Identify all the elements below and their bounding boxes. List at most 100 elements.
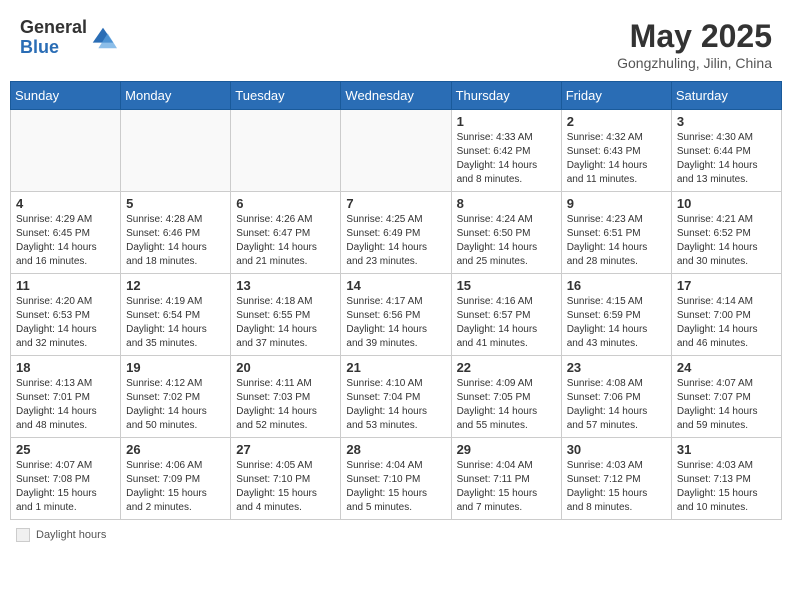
day-number: 30: [567, 442, 666, 457]
logo-text: General Blue: [20, 18, 87, 58]
calendar-cell: 20 Sunrise: 4:11 AM Sunset: 7:03 PM Dayli…: [231, 356, 341, 438]
day-number: 17: [677, 278, 776, 293]
day-info: Sunrise: 4:19 AM Sunset: 6:54 PM Dayligh…: [126, 295, 225, 351]
logo-icon: [89, 24, 117, 52]
day-info: Sunrise: 4:11 AM Sunset: 7:03 PM Dayligh…: [236, 377, 335, 433]
day-number: 8: [457, 196, 556, 211]
day-info: Sunrise: 4:26 AM Sunset: 6:47 PM Dayligh…: [236, 213, 335, 269]
calendar-week-row: 4Sunrise: 4:29 AM Sunset: 6:45 PM Daylig…: [11, 192, 782, 274]
day-info: Sunrise: 4:10 AM Sunset: 7:04 PM Dayligh…: [346, 377, 445, 433]
day-info: Sunrise: 4:15 AM Sunset: 6:59 PM Dayligh…: [567, 295, 666, 351]
day-number: 20: [236, 360, 335, 375]
calendar-week-row: 25 Sunrise: 4:07 AM Sunset: 7:08 PM Dayli…: [11, 438, 782, 520]
calendar-cell: 13 Sunrise: 4:18 AM Sunset: 6:55 PM Dayli…: [231, 274, 341, 356]
calendar-cell: [11, 110, 121, 192]
weekday-header-friday: Friday: [561, 82, 671, 110]
day-number: 26: [126, 442, 225, 457]
calendar-cell: 21Sunrise: 4:10 AM Sunset: 7:04 PM Dayli…: [341, 356, 451, 438]
day-number: 18: [16, 360, 115, 375]
calendar-cell: [341, 110, 451, 192]
day-number: 13: [236, 278, 335, 293]
calendar-cell: 15Sunrise: 4:16 AM Sunset: 6:57 PM Dayli…: [451, 274, 561, 356]
day-number: 3: [677, 114, 776, 129]
calendar-cell: 27Sunrise: 4:05 AM Sunset: 7:10 PM Dayli…: [231, 438, 341, 520]
weekday-header-saturday: Saturday: [671, 82, 781, 110]
calendar-cell: 30Sunrise: 4:03 AM Sunset: 7:12 PM Dayli…: [561, 438, 671, 520]
day-info: Sunrise: 4:04 AM Sunset: 7:11 PM Dayligh…: [457, 459, 556, 515]
calendar-cell: 25 Sunrise: 4:07 AM Sunset: 7:08 PM Dayli…: [11, 438, 121, 520]
footer: Daylight hours: [10, 528, 782, 542]
day-info: Sunrise: 4:20 AM Sunset: 6:53 PM Dayligh…: [16, 295, 115, 351]
day-info: Sunrise: 4:07 AM Sunset: 7:08 PM Dayligh…: [16, 459, 115, 515]
calendar-cell: 12 Sunrise: 4:19 AM Sunset: 6:54 PM Dayli…: [121, 274, 231, 356]
calendar-cell: 8Sunrise: 4:24 AM Sunset: 6:50 PM Daylig…: [451, 192, 561, 274]
day-info: Sunrise: 4:04 AM Sunset: 7:10 PM Dayligh…: [346, 459, 445, 515]
day-info: Sunrise: 4:06 AM Sunset: 7:09 PM Dayligh…: [126, 459, 225, 515]
day-info: Sunrise: 4:30 AM Sunset: 6:44 PM Dayligh…: [677, 131, 776, 187]
calendar-cell: 29 Sunrise: 4:04 AM Sunset: 7:11 PM Dayli…: [451, 438, 561, 520]
day-info: Sunrise: 4:14 AM Sunset: 7:00 PM Dayligh…: [677, 295, 776, 351]
calendar-cell: 18 Sunrise: 4:13 AM Sunset: 7:01 PM Dayli…: [11, 356, 121, 438]
calendar-table: SundayMondayTuesdayWednesdayThursdayFrid…: [10, 81, 782, 520]
calendar-cell: 14 Sunrise: 4:17 AM Sunset: 6:56 PM Dayli…: [341, 274, 451, 356]
day-number: 7: [346, 196, 445, 211]
calendar-cell: 24 Sunrise: 4:07 AM Sunset: 7:07 PM Dayli…: [671, 356, 781, 438]
day-info: Sunrise: 4:33 AM Sunset: 6:42 PM Dayligh…: [457, 131, 556, 187]
page-header: General Blue May 2025 Gongzhuling, Jilin…: [10, 10, 782, 75]
calendar-cell: 28Sunrise: 4:04 AM Sunset: 7:10 PM Dayli…: [341, 438, 451, 520]
calendar-cell: 10Sunrise: 4:21 AM Sunset: 6:52 PM Dayli…: [671, 192, 781, 274]
calendar-cell: 17 Sunrise: 4:14 AM Sunset: 7:00 PM Dayli…: [671, 274, 781, 356]
day-number: 12: [126, 278, 225, 293]
day-info: Sunrise: 4:17 AM Sunset: 6:56 PM Dayligh…: [346, 295, 445, 351]
calendar-cell: 1 Sunrise: 4:33 AM Sunset: 6:42 PM Daylig…: [451, 110, 561, 192]
weekday-header-thursday: Thursday: [451, 82, 561, 110]
day-number: 2: [567, 114, 666, 129]
month-year-title: May 2025: [617, 18, 772, 55]
day-number: 11: [16, 278, 115, 293]
daylight-box: [16, 528, 30, 542]
calendar-cell: 3 Sunrise: 4:30 AM Sunset: 6:44 PM Daylig…: [671, 110, 781, 192]
calendar-cell: 31Sunrise: 4:03 AM Sunset: 7:13 PM Dayli…: [671, 438, 781, 520]
day-number: 25: [16, 442, 115, 457]
day-info: Sunrise: 4:12 AM Sunset: 7:02 PM Dayligh…: [126, 377, 225, 433]
day-number: 5: [126, 196, 225, 211]
title-block: May 2025 Gongzhuling, Jilin, China: [617, 18, 772, 71]
calendar-cell: 6 Sunrise: 4:26 AM Sunset: 6:47 PM Daylig…: [231, 192, 341, 274]
calendar-cell: 9Sunrise: 4:23 AM Sunset: 6:51 PM Daylig…: [561, 192, 671, 274]
day-info: Sunrise: 4:05 AM Sunset: 7:10 PM Dayligh…: [236, 459, 335, 515]
weekday-header-tuesday: Tuesday: [231, 82, 341, 110]
day-number: 16: [567, 278, 666, 293]
day-info: Sunrise: 4:03 AM Sunset: 7:13 PM Dayligh…: [677, 459, 776, 515]
day-info: Sunrise: 4:25 AM Sunset: 6:49 PM Dayligh…: [346, 213, 445, 269]
weekday-header-monday: Monday: [121, 82, 231, 110]
day-info: Sunrise: 4:07 AM Sunset: 7:07 PM Dayligh…: [677, 377, 776, 433]
day-number: 29: [457, 442, 556, 457]
day-info: Sunrise: 4:32 AM Sunset: 6:43 PM Dayligh…: [567, 131, 666, 187]
day-number: 6: [236, 196, 335, 211]
day-info: Sunrise: 4:29 AM Sunset: 6:45 PM Dayligh…: [16, 213, 115, 269]
location-subtitle: Gongzhuling, Jilin, China: [617, 55, 772, 71]
day-number: 9: [567, 196, 666, 211]
weekday-header-row: SundayMondayTuesdayWednesdayThursdayFrid…: [11, 82, 782, 110]
calendar-cell: 26 Sunrise: 4:06 AM Sunset: 7:09 PM Dayli…: [121, 438, 231, 520]
day-number: 14: [346, 278, 445, 293]
day-number: 24: [677, 360, 776, 375]
calendar-cell: 7 Sunrise: 4:25 AM Sunset: 6:49 PM Daylig…: [341, 192, 451, 274]
logo: General Blue: [20, 18, 117, 58]
day-number: 19: [126, 360, 225, 375]
day-info: Sunrise: 4:21 AM Sunset: 6:52 PM Dayligh…: [677, 213, 776, 269]
day-info: Sunrise: 4:18 AM Sunset: 6:55 PM Dayligh…: [236, 295, 335, 351]
day-info: Sunrise: 4:08 AM Sunset: 7:06 PM Dayligh…: [567, 377, 666, 433]
day-number: 15: [457, 278, 556, 293]
calendar-cell: 11 Sunrise: 4:20 AM Sunset: 6:53 PM Dayli…: [11, 274, 121, 356]
calendar-cell: [121, 110, 231, 192]
footer-label: Daylight hours: [36, 529, 106, 541]
calendar-cell: 23Sunrise: 4:08 AM Sunset: 7:06 PM Dayli…: [561, 356, 671, 438]
calendar-cell: 5Sunrise: 4:28 AM Sunset: 6:46 PM Daylig…: [121, 192, 231, 274]
calendar-week-row: 18 Sunrise: 4:13 AM Sunset: 7:01 PM Dayli…: [11, 356, 782, 438]
calendar-cell: 19 Sunrise: 4:12 AM Sunset: 7:02 PM Dayli…: [121, 356, 231, 438]
day-number: 1: [457, 114, 556, 129]
day-info: Sunrise: 4:13 AM Sunset: 7:01 PM Dayligh…: [16, 377, 115, 433]
calendar-cell: [231, 110, 341, 192]
calendar-cell: 22Sunrise: 4:09 AM Sunset: 7:05 PM Dayli…: [451, 356, 561, 438]
